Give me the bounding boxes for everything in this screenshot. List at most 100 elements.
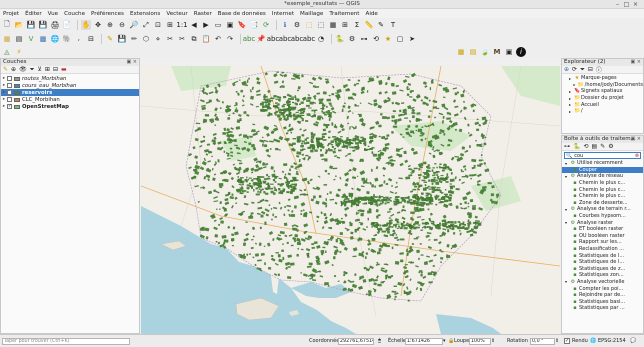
toolbox-algorithm[interactable]: ▪ Statistiques zon... <box>562 272 643 279</box>
menu-11[interactable]: Traitement <box>329 11 359 17</box>
pan-icon[interactable]: ✋ <box>81 20 91 30</box>
properties-icon[interactable]: ⓘ <box>596 65 602 74</box>
label-icon[interactable]: T <box>388 20 398 30</box>
expand-arrow-icon[interactable]: ▸ <box>567 76 573 81</box>
menu-2[interactable]: Vue <box>48 11 58 17</box>
results-icon[interactable]: ▤ <box>592 143 598 150</box>
zoom-rubber-icon[interactable]: 🔎 <box>129 20 139 30</box>
digitize-icon[interactable]: ✏ <box>129 34 139 44</box>
field-calculator-icon[interactable]: ⊞ <box>340 20 350 30</box>
new-map-view-icon[interactable]: ▭ <box>213 20 223 30</box>
select-icon[interactable]: ⬚ <box>304 20 314 30</box>
label-rotate-icon[interactable]: abc <box>291 34 304 44</box>
browser-item[interactable]: ▸ 📁 / <box>562 108 643 115</box>
digitize-shape-icon[interactable]: ◬ <box>2 47 12 57</box>
processing-history-icon[interactable]: ⟲ <box>371 34 381 44</box>
layer-row[interactable]: ▸ cours_eau_Morbihan <box>1 82 139 89</box>
messages-icon[interactable]: 💬 <box>630 338 636 344</box>
browser-close-icon[interactable]: ▣ × <box>630 59 641 66</box>
layer-visibility-checkbox[interactable] <box>7 97 12 102</box>
close-icon[interactable]: × <box>632 1 639 8</box>
save-project-icon[interactable]: 💾 <box>26 20 36 30</box>
bookmark-icon[interactable]: 🔖 <box>237 20 247 30</box>
action-icon[interactable]: ⚙ <box>292 20 302 30</box>
toolbox-algorithm[interactable]: ▪ Chemin le plus c... <box>562 186 643 193</box>
menu-0[interactable]: Projet <box>3 11 19 17</box>
table-plugin-icon[interactable]: ▤ <box>468 47 478 57</box>
layer-visibility-checkbox[interactable] <box>7 76 12 81</box>
measure-icon[interactable]: 📏 <box>364 20 374 30</box>
processing-toolbox-icon[interactable]: ⚙ <box>347 34 357 44</box>
collapse-browser-icon[interactable]: ⊟ <box>588 66 593 73</box>
toolbox-search-box[interactable]: 🔍 cou ⊗ <box>564 152 641 159</box>
collapse-arrow-icon[interactable]: ▾ <box>563 161 569 166</box>
zoom-selection-icon[interactable]: ⊡ <box>153 20 163 30</box>
square-plugin-icon[interactable]: ▣ <box>504 47 514 57</box>
expand-all-icon[interactable]: ⊞ <box>45 66 50 73</box>
toolbox-algorithm[interactable]: ▪ ET booléen raster <box>562 226 643 233</box>
diagram-icon[interactable]: ◔ <box>316 34 326 44</box>
layer-visibility-checkbox[interactable]: ✓ <box>7 90 12 95</box>
filter-browser-icon[interactable]: ⏷ <box>580 66 585 74</box>
crs-label[interactable]: EPSG:2154 <box>598 338 626 344</box>
menu-4[interactable]: Préférences <box>91 11 124 17</box>
scale-field[interactable]: 1:671426 <box>405 338 443 345</box>
metasearch-icon[interactable]: M <box>492 47 502 57</box>
menu-5[interactable]: Extensions <box>130 11 160 17</box>
history-icon[interactable]: ⟲ <box>583 143 588 150</box>
zoom-out-icon[interactable]: ⊖ <box>117 20 127 30</box>
menu-1[interactable]: Éditer <box>25 11 42 17</box>
collapse-arrow-icon[interactable]: ▾ <box>563 279 569 284</box>
toolbox-algorithm[interactable]: ▪ Statistiques de l... <box>562 252 643 259</box>
label-tool-icon[interactable]: abc <box>243 34 256 44</box>
expand-arrow-icon[interactable]: ▸ <box>567 102 573 107</box>
toolbox-algorithm[interactable]: ▪ Chemin le plus c... <box>562 193 643 200</box>
toolbox-algorithm[interactable]: ▪ OU booléen raster <box>562 233 643 240</box>
render-checkbox[interactable]: ✓ <box>564 338 570 344</box>
cut-features-icon[interactable]: ✂ <box>177 34 187 44</box>
toolbox-algorithm[interactable]: ▪ Zone de desserte... <box>562 200 643 207</box>
locator-search-input[interactable]: Taper pour trouver (Ctrl+K) <box>2 338 130 345</box>
remove-layer-icon[interactable]: ▬ <box>61 66 67 73</box>
toolbox-algorithm[interactable]: ▪ Statistiques de l... <box>562 259 643 266</box>
toolbox-group[interactable]: ▾ ⚙ Analyse vectorielle <box>562 279 643 286</box>
zoom-full-icon[interactable]: ⤢ <box>141 20 151 30</box>
menu-7[interactable]: Raster <box>194 11 212 17</box>
zoom-layer-icon[interactable]: ⊞ <box>165 20 175 30</box>
toolbox-algorithm[interactable]: ▪ Chemin le plus c... <box>562 180 643 187</box>
browser-item[interactable]: ▸ 📁/home/jody/Documents <box>562 82 643 89</box>
annotation-icon[interactable]: ✎ <box>376 20 386 30</box>
filter-legend-icon[interactable]: ⊻ <box>38 66 42 73</box>
eye-icon[interactable]: 👁 <box>19 66 27 73</box>
zoom-last-icon[interactable]: ◀ <box>189 20 199 30</box>
toolbox-algorithm[interactable]: ▪ Statistiques par ... <box>562 305 643 312</box>
refresh-icon[interactable]: ⟳ <box>261 20 271 30</box>
edit-in-place-icon[interactable]: ✎ <box>600 143 605 150</box>
collapse-arrow-icon[interactable]: ▾ <box>563 207 569 212</box>
show-bookmarks-icon[interactable]: 📑 <box>249 20 259 30</box>
toolbox-group[interactable]: ▾ ⚙ Analyse de réseau <box>562 173 643 180</box>
add-postgis-icon[interactable]: 🐘 <box>62 34 72 44</box>
toolbox-algorithm[interactable]: ▪ Statistiques de z... <box>562 266 643 273</box>
snapping-icon[interactable]: ⚡ <box>14 47 24 57</box>
plugin-star-icon[interactable]: ★ <box>383 34 393 44</box>
model-designer-icon[interactable]: ⊶ <box>359 34 369 44</box>
layer-row[interactable]: ▸ ✓ reservoirs <box>1 89 139 96</box>
menu-3[interactable]: Couche <box>64 11 85 17</box>
add-wms-icon[interactable]: 🌐 <box>50 34 60 44</box>
browser-item[interactable]: ▸ ★ Marque-pages <box>562 75 643 82</box>
toolbox-search-input[interactable]: cou <box>574 153 583 159</box>
add-feature-icon[interactable]: ⬡ <box>141 34 151 44</box>
menu-8[interactable]: Base de données <box>218 11 266 17</box>
attribute-table-icon[interactable]: ▦ <box>328 20 338 30</box>
label-pin-icon[interactable]: 📌 <box>256 34 266 44</box>
expand-arrow-icon[interactable]: ▸ <box>567 109 573 114</box>
add-vector-icon[interactable]: V <box>26 34 36 44</box>
globe-icon[interactable]: 🌐 <box>590 338 596 344</box>
add-delimited-icon[interactable]: ⸴ <box>74 34 84 44</box>
rotation-spin-icon[interactable]: ⇕ <box>555 338 559 344</box>
data-source-manager-icon[interactable]: ▦ <box>2 34 12 44</box>
menu-12[interactable]: Aide <box>366 11 378 17</box>
scale-dropdown-icon[interactable]: ▾ <box>443 338 446 344</box>
new-3d-view-icon[interactable]: ▣ <box>225 20 235 30</box>
